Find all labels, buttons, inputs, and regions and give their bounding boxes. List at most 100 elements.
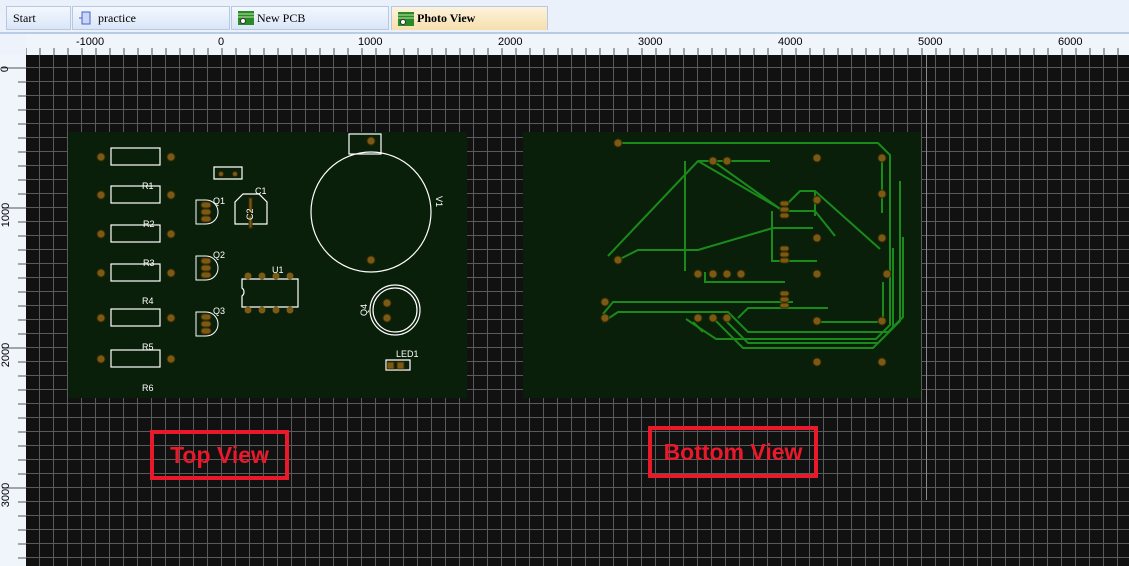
tab-practice[interactable]: practice xyxy=(72,6,230,30)
pad xyxy=(877,233,887,243)
designator-r2: R2 xyxy=(143,219,155,229)
pad xyxy=(812,316,822,326)
ruler-label: 6000 xyxy=(1058,36,1083,48)
designator-r4: R4 xyxy=(142,296,154,306)
pad xyxy=(779,302,790,309)
bottom-view-board xyxy=(523,132,921,398)
pad xyxy=(779,245,790,252)
tab-label: Start xyxy=(13,10,36,25)
pad xyxy=(96,313,106,323)
pad xyxy=(877,153,887,163)
pad xyxy=(882,269,892,279)
photo-view-canvas[interactable]: R1 R2 R3 R4 R5 R6 Q1 Q2 Q3 C1 C2 U1 V1 Q… xyxy=(26,55,1129,566)
pad xyxy=(779,257,790,264)
pad xyxy=(708,269,718,279)
pad xyxy=(722,156,732,166)
pad xyxy=(812,357,822,367)
designator-r3: R3 xyxy=(143,258,155,268)
ruler-label: -1000 xyxy=(76,36,105,48)
pad xyxy=(708,156,718,166)
designator-q4: Q4 xyxy=(359,304,369,316)
horizontal-ruler[interactable]: -1000 0 1000 2000 3000 4000 5000 6000 xyxy=(26,34,1129,55)
pad xyxy=(812,269,822,279)
pad xyxy=(779,251,790,258)
pad xyxy=(779,290,790,297)
designator-u1: U1 xyxy=(272,265,284,275)
pad xyxy=(200,257,212,265)
pad xyxy=(779,200,790,207)
ruler-label: 3000 xyxy=(638,36,663,48)
pad xyxy=(166,268,176,278)
pad xyxy=(877,189,887,199)
pad xyxy=(812,233,822,243)
pad xyxy=(244,272,252,280)
pad xyxy=(200,201,212,209)
pad xyxy=(613,138,623,148)
pcb-icon xyxy=(238,11,254,25)
pad xyxy=(258,272,266,280)
vertical-ruler[interactable]: 0 1000 2000 3000 xyxy=(0,55,26,566)
pad xyxy=(779,212,790,219)
pad xyxy=(200,208,212,216)
pad xyxy=(736,269,746,279)
pad xyxy=(877,357,887,367)
pad xyxy=(272,306,280,314)
pad xyxy=(779,296,790,303)
pad xyxy=(166,152,176,162)
tab-label: New PCB xyxy=(257,10,306,25)
pad xyxy=(722,269,732,279)
tab-start[interactable]: Start xyxy=(6,6,71,30)
ruler-label: 1000 xyxy=(358,36,383,48)
pad xyxy=(166,190,176,200)
pad xyxy=(166,229,176,239)
designator-q1: Q1 xyxy=(213,196,225,206)
designator-r6: R6 xyxy=(142,383,154,393)
pad xyxy=(166,313,176,323)
pad xyxy=(722,313,732,323)
pad xyxy=(96,354,106,364)
ruler-label: 0 xyxy=(0,65,12,73)
pad xyxy=(200,271,212,279)
schematic-icon xyxy=(79,11,95,25)
designator-r5: R5 xyxy=(142,342,154,352)
tab-photo-view[interactable]: Photo View xyxy=(391,6,548,30)
ruler-label: 2000 xyxy=(498,36,523,48)
top-view-board: R1 R2 R3 R4 R5 R6 Q1 Q2 Q3 C1 C2 U1 V1 Q… xyxy=(68,132,467,398)
pad xyxy=(96,229,106,239)
ruler-label: 0 xyxy=(218,36,225,48)
board-edge-line xyxy=(926,55,927,500)
pad xyxy=(200,313,212,321)
tab-label: practice xyxy=(98,10,136,25)
pad xyxy=(812,153,822,163)
pad xyxy=(693,269,703,279)
pad xyxy=(96,190,106,200)
pcb-icon xyxy=(398,11,414,26)
pad xyxy=(200,264,212,272)
ruler-label: 5000 xyxy=(918,36,943,48)
ruler-label: 2000 xyxy=(0,342,13,368)
pad xyxy=(200,320,212,328)
tab-label: Photo View xyxy=(417,11,476,25)
designator-c1: C1 xyxy=(255,186,267,196)
pad xyxy=(693,313,703,323)
pad xyxy=(600,313,610,323)
pad xyxy=(258,306,266,314)
designator-c2: C2 xyxy=(245,208,255,220)
pad xyxy=(200,327,212,335)
pad xyxy=(812,195,822,205)
top-view-caption: Top View xyxy=(150,430,289,480)
pad xyxy=(286,272,294,280)
pad xyxy=(96,268,106,278)
pad xyxy=(96,152,106,162)
pad xyxy=(200,215,212,223)
pad xyxy=(244,306,252,314)
pad xyxy=(708,313,718,323)
tab-new-pcb[interactable]: New PCB xyxy=(231,6,389,30)
ruler-label: 4000 xyxy=(778,36,803,48)
ruler-label: 3000 xyxy=(0,482,13,508)
pad xyxy=(166,354,176,364)
bottom-view-caption: Bottom View xyxy=(648,426,818,478)
pad xyxy=(286,306,294,314)
pad xyxy=(779,206,790,213)
ruler-label: 1000 xyxy=(0,202,13,228)
